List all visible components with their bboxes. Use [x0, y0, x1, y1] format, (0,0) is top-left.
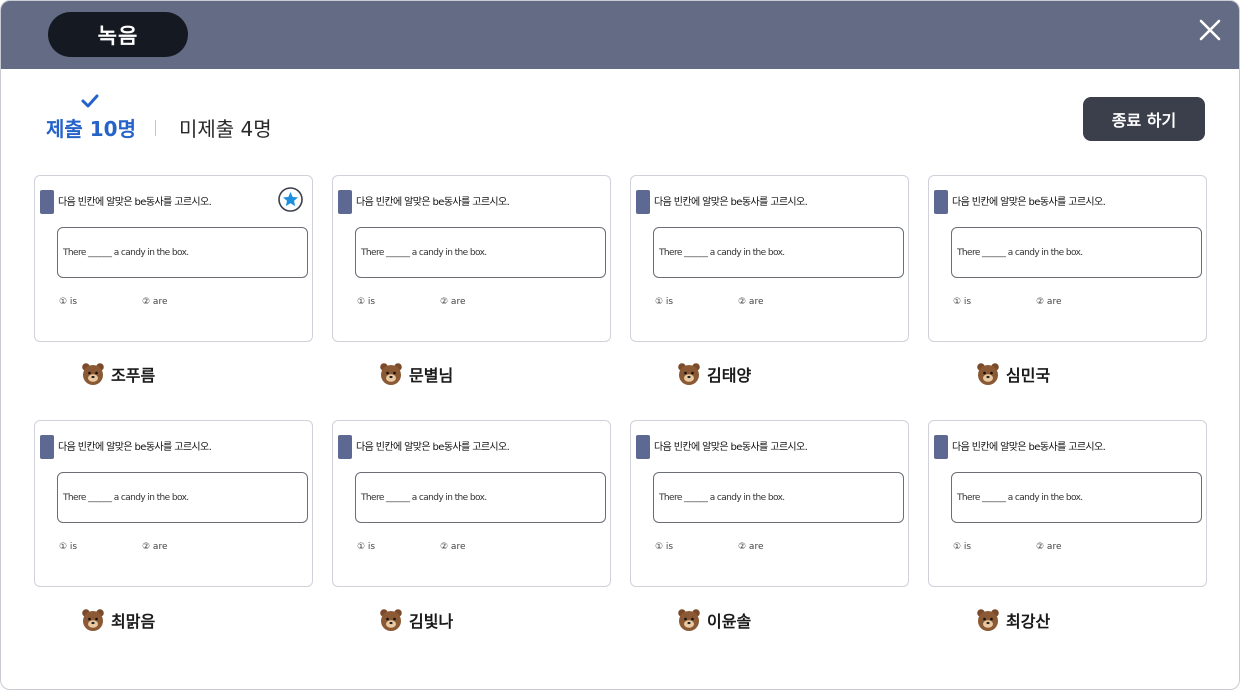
submission-card[interactable]: 다음 빈칸에 알맞은 be동사를 고르시오. There ______ a ca…: [630, 420, 909, 587]
submission-card[interactable]: 다음 빈칸에 알맞은 be동사를 고르시오. There ______ a ca…: [34, 420, 313, 587]
question-sentence-box: There ______ a candy in the box.: [355, 472, 606, 523]
option-2: ② are: [1036, 542, 1062, 552]
option-2: ② are: [440, 297, 466, 307]
student-name: 심민국: [1006, 366, 1051, 385]
bear-avatar-icon: [678, 363, 700, 385]
question-sentence-box: There ______ a candy in the box.: [57, 472, 308, 523]
student-name: 이윤솔: [707, 612, 752, 631]
question-sentence-box: There ______ a candy in the box.: [653, 227, 904, 278]
bear-avatar-icon: [977, 609, 999, 631]
submission-card[interactable]: 다음 빈칸에 알맞은 be동사를 고르시오. There ______ a ca…: [332, 175, 611, 342]
option-1: ① is: [59, 297, 78, 307]
option-1: ① is: [59, 542, 78, 552]
question-instruction: 다음 빈칸에 알맞은 be동사를 고르시오.: [952, 197, 1106, 208]
question-marker: [934, 435, 948, 459]
question-instruction: 다음 빈칸에 알맞은 be동사를 고르시오.: [58, 197, 212, 208]
option-2: ② are: [142, 542, 168, 552]
question-instruction: 다음 빈칸에 알맞은 be동사를 고르시오.: [654, 442, 808, 453]
end-button[interactable]: 종료 하기: [1083, 97, 1205, 141]
option-2: ② are: [738, 542, 764, 552]
option-1: ① is: [655, 297, 674, 307]
bear-avatar-icon: [380, 609, 402, 631]
student-name: 최강산: [1006, 612, 1051, 631]
dialog-header: 녹음: [1, 1, 1239, 69]
star-button[interactable]: [278, 187, 303, 212]
question-sentence: There ______ a candy in the box.: [63, 493, 189, 503]
close-button[interactable]: [1195, 15, 1225, 45]
submission-card[interactable]: 다음 빈칸에 알맞은 be동사를 고르시오. There ______ a ca…: [332, 420, 611, 587]
question-sentence: There ______ a candy in the box.: [659, 248, 785, 258]
submission-card[interactable]: 다음 빈칸에 알맞은 be동사를 고르시오. There ______ a ca…: [34, 175, 313, 342]
question-sentence-box: There ______ a candy in the box.: [653, 472, 904, 523]
student-label: 김빛나: [379, 607, 453, 633]
student-label: 문별님: [379, 361, 453, 387]
option-1: ① is: [953, 542, 972, 552]
question-marker: [338, 435, 352, 459]
question-sentence-box: There ______ a candy in the box.: [951, 227, 1202, 278]
question-sentence: There ______ a candy in the box.: [63, 248, 189, 258]
student-name: 문별님: [409, 366, 454, 385]
option-1: ① is: [953, 297, 972, 307]
student-name: 최맑음: [111, 612, 156, 631]
submission-card[interactable]: 다음 빈칸에 알맞은 be동사를 고르시오. There ______ a ca…: [928, 420, 1207, 587]
recording-dialog: 녹음 제출 10명 미제출 4명 종료 하기 다음 빈칸에 알맞은 be동사를 …: [0, 0, 1240, 690]
option-2: ② are: [440, 542, 466, 552]
question-sentence: There ______ a candy in the box.: [957, 248, 1083, 258]
question-marker: [40, 435, 54, 459]
option-1: ① is: [357, 297, 376, 307]
question-sentence-box: There ______ a candy in the box.: [355, 227, 606, 278]
tab-submitted[interactable]: 제출 10명: [46, 113, 136, 142]
option-1: ① is: [357, 542, 376, 552]
student-name: 김빛나: [409, 612, 454, 631]
submission-card[interactable]: 다음 빈칸에 알맞은 be동사를 고르시오. There ______ a ca…: [928, 175, 1207, 342]
question-sentence-box: There ______ a candy in the box.: [57, 227, 308, 278]
dialog-title: 녹음: [48, 12, 188, 57]
bear-avatar-icon: [678, 609, 700, 631]
bear-avatar-icon: [82, 609, 104, 631]
question-sentence-box: There ______ a candy in the box.: [951, 472, 1202, 523]
question-instruction: 다음 빈칸에 알맞은 be동사를 고르시오.: [356, 197, 510, 208]
question-marker: [40, 190, 54, 214]
question-marker: [636, 190, 650, 214]
bear-avatar-icon: [82, 363, 104, 385]
question-instruction: 다음 빈칸에 알맞은 be동사를 고르시오.: [952, 442, 1106, 453]
question-instruction: 다음 빈칸에 알맞은 be동사를 고르시오.: [58, 442, 212, 453]
question-instruction: 다음 빈칸에 알맞은 be동사를 고르시오.: [356, 442, 510, 453]
student-name: 김태양: [707, 366, 752, 385]
student-label: 최맑음: [81, 607, 155, 633]
option-2: ② are: [738, 297, 764, 307]
question-instruction: 다음 빈칸에 알맞은 be동사를 고르시오.: [654, 197, 808, 208]
option-2: ② are: [1036, 297, 1062, 307]
question-sentence: There ______ a candy in the box.: [361, 493, 487, 503]
bear-avatar-icon: [380, 363, 402, 385]
student-label: 최강산: [976, 607, 1050, 633]
submission-card[interactable]: 다음 빈칸에 알맞은 be동사를 고르시오. There ______ a ca…: [630, 175, 909, 342]
student-label: 이윤솔: [677, 607, 751, 633]
question-sentence: There ______ a candy in the box.: [957, 493, 1083, 503]
student-name: 조푸름: [111, 366, 156, 385]
bear-avatar-icon: [977, 363, 999, 385]
option-2: ② are: [142, 297, 168, 307]
student-label: 김태양: [677, 361, 751, 387]
student-label: 심민국: [976, 361, 1050, 387]
question-sentence: There ______ a candy in the box.: [361, 248, 487, 258]
check-icon: [81, 94, 99, 108]
star-icon: [278, 187, 303, 212]
close-icon: [1199, 19, 1221, 41]
question-marker: [934, 190, 948, 214]
question-sentence: There ______ a candy in the box.: [659, 493, 785, 503]
student-label: 조푸름: [81, 361, 155, 387]
question-marker: [338, 190, 352, 214]
tab-divider: [155, 120, 156, 136]
tab-unsubmitted[interactable]: 미제출 4명: [179, 113, 272, 142]
option-1: ① is: [655, 542, 674, 552]
question-marker: [636, 435, 650, 459]
